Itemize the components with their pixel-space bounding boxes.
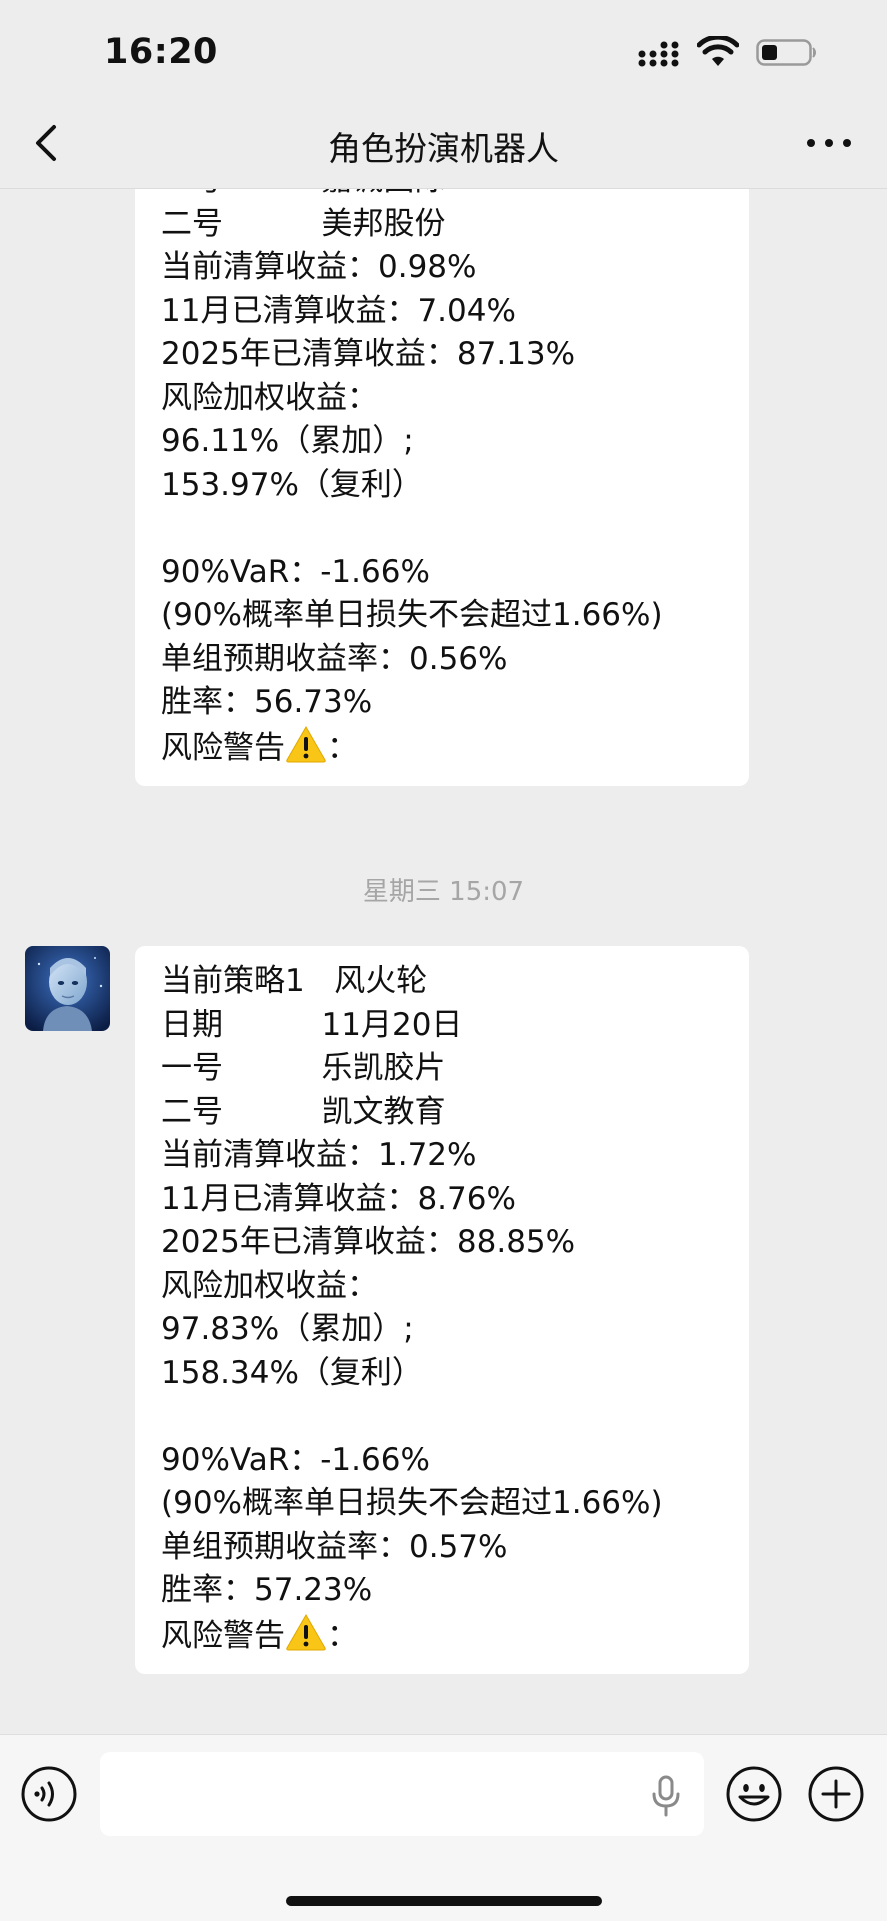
- message-line-text: 风险警告: [161, 1617, 285, 1654]
- message-line: 风险警告 ：: [161, 725, 723, 769]
- message-line: 二号 美邦股份: [161, 205, 446, 242]
- message-line: (90%概率单日损失不会超过1.66%): [161, 597, 663, 633]
- more-dots-icon[interactable]: [800, 128, 860, 158]
- message-line: 一号 嘉诚国际: [161, 189, 723, 203]
- message-line: (90%概率单日损失不会超过1.66%): [161, 1485, 663, 1521]
- voice-icon[interactable]: [20, 1765, 78, 1823]
- message-line: 当前策略1 风火轮: [161, 963, 428, 999]
- message-line: 153.97%（复利）: [161, 466, 423, 503]
- robot-avatar-icon: [25, 946, 110, 1031]
- warning-icon: [286, 725, 326, 762]
- message-bubble[interactable]: 一号 嘉诚国际二号 美邦股份当前清算收益：0.98% 11月已清算收益：7.04%…: [135, 189, 749, 786]
- home-indicator: [286, 1896, 602, 1906]
- message-line: 11月已清算收益：7.04%: [161, 292, 516, 329]
- message-timestamp: 星期三 15:07: [362, 877, 525, 907]
- message-line: 风险警告 ：: [161, 1613, 723, 1657]
- message-line: 二号 凯文教育: [161, 1093, 446, 1130]
- message-line: 胜率：56.73%: [161, 684, 373, 720]
- plus-icon[interactable]: [807, 1765, 865, 1823]
- message-line: 单组预期收益率：0.57%: [161, 1528, 508, 1565]
- warning-icon: [286, 1613, 326, 1650]
- input-bar: [0, 1734, 887, 1921]
- message-line: 2025年已清算收益：87.13%: [161, 336, 576, 372]
- status-bar: 16:20: [0, 0, 887, 100]
- message-line: 单组预期收益率：0.56%: [161, 640, 508, 677]
- cellular-signal-icon: [638, 41, 679, 67]
- message-line: 风险加权收益：: [161, 1267, 378, 1304]
- message-line: 158.34%（复利）: [161, 1354, 423, 1391]
- message-line: 日期 11月20日: [161, 1006, 463, 1043]
- message-bubble[interactable]: 当前策略1 风火轮 日期 11月20日 一号 乐凯胶片 二号 凯文教育 当前清算收益：1…: [135, 946, 749, 1674]
- message-line: [161, 1395, 723, 1439]
- message-line: 当前清算收益：0.98%: [161, 249, 477, 285]
- message-line: 风险加权收益：: [161, 379, 378, 416]
- chat-title: 角色扮演机器人: [328, 129, 559, 168]
- message-line: 90%VaR：-1.66%: [161, 1441, 430, 1478]
- wifi-icon: [697, 36, 739, 66]
- message-line-text: 风险警告: [161, 729, 285, 766]
- message-line: 97.83%（累加）;: [161, 1311, 414, 1347]
- warning-suffix: ：: [327, 729, 358, 766]
- emoji-icon[interactable]: [725, 1765, 783, 1823]
- message-line: 2025年已清算收益：88.85%: [161, 1224, 576, 1260]
- message-line: 胜率：57.23%: [161, 1572, 373, 1608]
- chat-area[interactable]: 一号 嘉诚国际二号 美邦股份当前清算收益：0.98% 11月已清算收益：7.04%…: [0, 189, 887, 1734]
- nav-bar: 角色扮演机器人: [0, 100, 887, 189]
- message-line: 90%VaR：-1.66%: [161, 553, 430, 590]
- message-line: 96.11%（累加）;: [161, 423, 414, 459]
- message-line: 当前清算收益：1.72%: [161, 1137, 477, 1173]
- message-line: 一号 乐凯胶片: [161, 1050, 446, 1086]
- microphone-icon[interactable]: [648, 1775, 684, 1817]
- warning-suffix: ：: [327, 1617, 358, 1654]
- message-line: [161, 507, 723, 551]
- message-line: 11月已清算收益：8.76%: [161, 1180, 516, 1217]
- battery-icon: [756, 39, 816, 66]
- avatar[interactable]: [25, 946, 110, 1031]
- status-time: 16:20: [104, 32, 218, 72]
- message-input[interactable]: [100, 1752, 704, 1836]
